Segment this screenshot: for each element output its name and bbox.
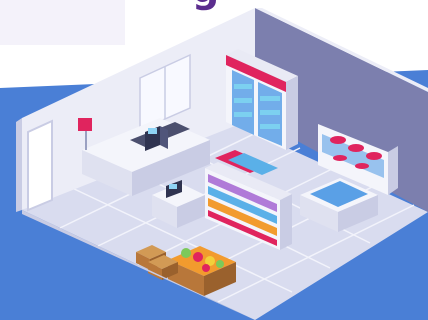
headline-fragment: g [192,0,219,8]
door [27,119,53,212]
left-wall-edge [16,118,22,212]
grocery-store-illustration [0,0,428,320]
title-bar-fragment [0,0,125,45]
